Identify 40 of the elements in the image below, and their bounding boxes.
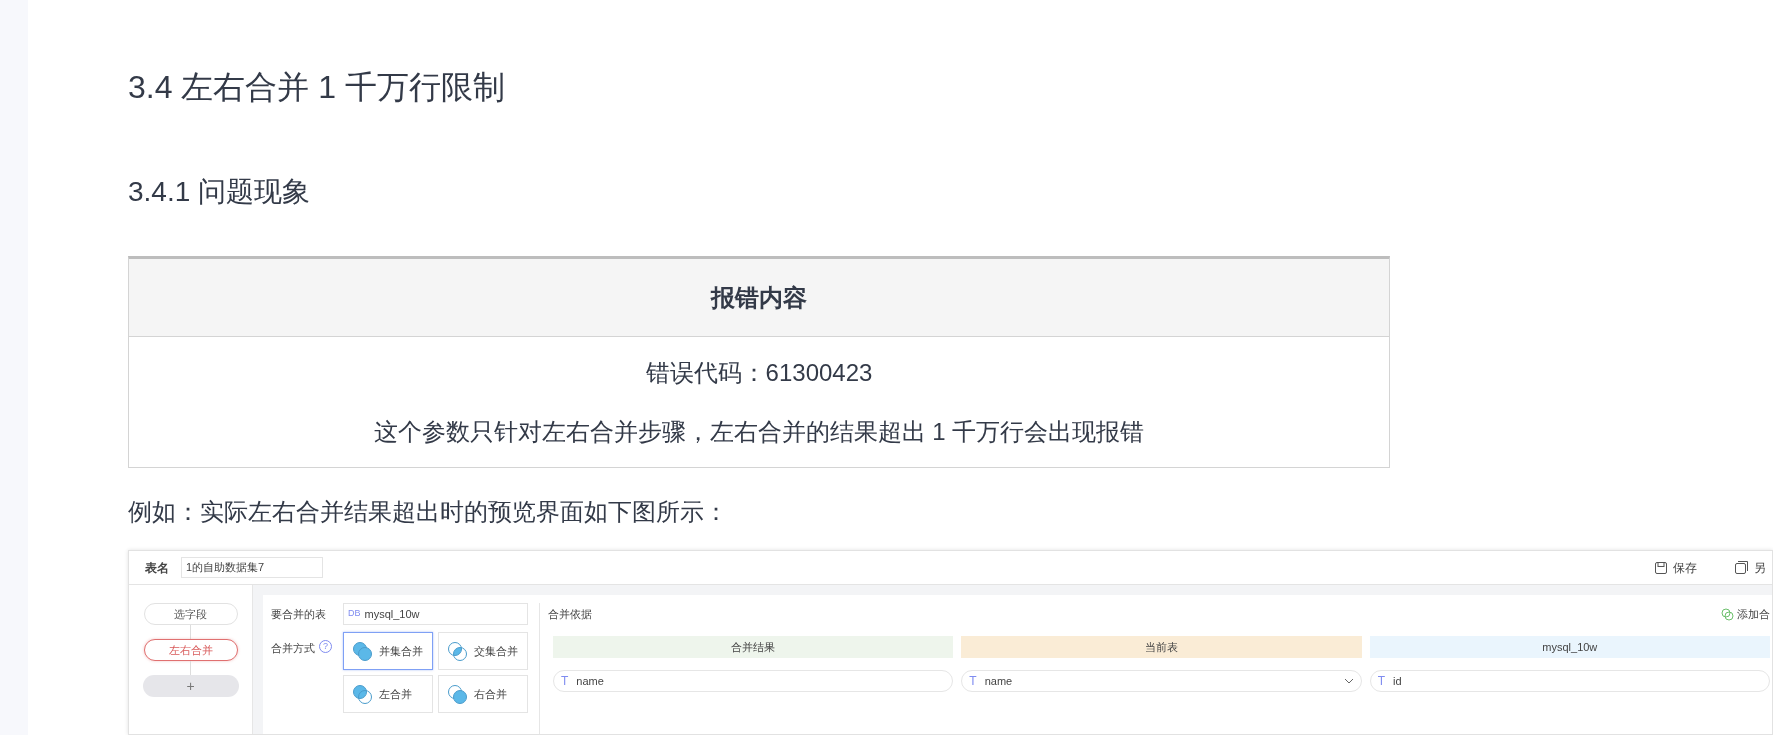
add-step-button[interactable]: + xyxy=(142,675,239,697)
table-header: 报错内容 xyxy=(129,259,1389,337)
merge-option[interactable]: 交集合并 xyxy=(438,632,528,670)
merge-option[interactable]: 并集合并 xyxy=(343,632,433,670)
venn-icon xyxy=(352,683,373,705)
toolbar-button[interactable]: 另 xyxy=(1735,558,1766,577)
add-merge-button[interactable]: 添加合 xyxy=(1721,605,1772,623)
copy-icon xyxy=(1735,561,1748,574)
step-button[interactable]: 选字段 xyxy=(143,603,238,625)
table-select[interactable]: DB mysql_10w xyxy=(343,603,528,625)
section-heading: 3.4 左右合并 1 千万行限制 xyxy=(128,68,505,107)
column-header: 合并结果 xyxy=(553,636,954,658)
venn-icon xyxy=(447,683,468,705)
name-label: 表名 xyxy=(145,559,169,577)
text-type-mark: T xyxy=(969,673,977,690)
table-cell-line: 这个参数只针对左右合并步骤，左右合并的结果超出 1 千万行会出现报错 xyxy=(373,417,1145,447)
toolbar-button[interactable]: 保存 xyxy=(1655,558,1697,577)
step-button[interactable]: 左右合并 xyxy=(143,639,238,661)
merge-option[interactable]: 右合并 xyxy=(438,675,528,713)
subsection-heading: 3.4.1 问题现象 xyxy=(128,175,311,209)
venn-icon xyxy=(447,640,468,662)
column-header: mysql_10w xyxy=(1369,636,1770,658)
table-name: mysql_10w xyxy=(364,606,420,622)
text-type-mark: T xyxy=(1377,673,1385,690)
field-name: name xyxy=(984,673,1013,689)
column-header: 当前表 xyxy=(961,636,1362,658)
field-label: 要合并的表 xyxy=(271,606,327,622)
name-input[interactable]: 1的自助数据集7 xyxy=(181,557,323,578)
save-icon xyxy=(1655,561,1667,574)
venn-icon xyxy=(352,640,373,662)
table-cell-line: 错误代码：61300423 xyxy=(645,358,873,388)
text-type-mark: T xyxy=(561,673,569,690)
field-name: name xyxy=(576,673,604,689)
merge-option[interactable]: 左合并 xyxy=(343,675,433,713)
field-label: 合并方式 xyxy=(271,641,315,656)
field-name: id xyxy=(1393,673,1402,689)
paragraph: 例如：实际左右合并结果超出时的预览界面如下图所示： xyxy=(128,497,728,527)
section-label: 合并依据 xyxy=(548,606,592,622)
db-label: DB xyxy=(348,607,361,621)
link-circles-icon xyxy=(1721,607,1734,621)
